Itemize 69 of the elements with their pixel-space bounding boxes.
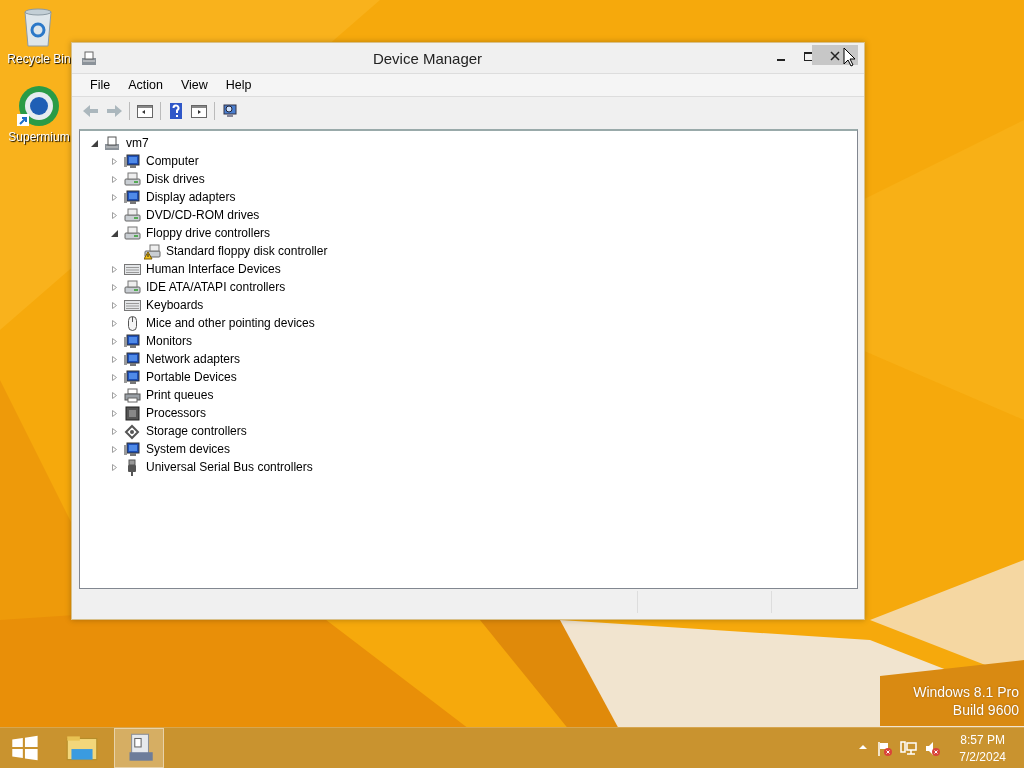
expand-arrow-icon[interactable]	[110, 426, 119, 436]
tree-item[interactable]: Keyboards	[144, 298, 204, 312]
tree-item[interactable]: Storage controllers	[144, 424, 247, 438]
menu-item[interactable]: Action	[119, 76, 170, 94]
tree-item[interactable]: vm7	[124, 136, 149, 150]
expand-arrow-icon[interactable]	[110, 372, 119, 382]
computer-icon	[104, 134, 121, 152]
tree-item[interactable]: IDE ATA/ATAPI controllers	[144, 280, 286, 294]
tree-item[interactable]: Human Interface Devices	[144, 262, 281, 276]
pane-icon[interactable]	[190, 102, 208, 120]
expand-arrow-icon[interactable]	[110, 282, 119, 292]
tree-item[interactable]: Network adapters	[144, 352, 241, 366]
watermark-text: Build 9600	[952, 702, 1019, 718]
expand-arrow-icon[interactable]	[110, 408, 119, 418]
monitor-icon	[124, 440, 141, 458]
tree-item[interactable]: System devices	[144, 442, 231, 456]
monitor-icon	[124, 188, 141, 206]
expand-arrow-icon[interactable]	[110, 354, 119, 364]
menu-item[interactable]: Help	[216, 76, 259, 94]
expand-arrow-icon[interactable]	[110, 156, 119, 166]
expand-arrow-icon[interactable]	[110, 264, 119, 274]
monitor-icon	[124, 350, 141, 368]
expand-arrow-icon[interactable]	[110, 318, 119, 328]
tree-item[interactable]: DVD/CD-ROM drives	[144, 208, 260, 222]
monitor-icon	[124, 368, 141, 386]
menu-item[interactable]: File	[80, 76, 118, 94]
tree-item[interactable]: Universal Serial Bus controllers	[144, 460, 313, 474]
expand-arrow-icon[interactable]	[110, 210, 119, 220]
window-title: Device Manager	[371, 49, 484, 67]
storage-icon	[124, 422, 141, 440]
expand-arrow-icon[interactable]	[110, 390, 119, 400]
drive-icon	[124, 224, 141, 242]
tree-item[interactable]: Monitors	[144, 334, 192, 348]
cursor-icon	[843, 47, 857, 67]
drive-icon	[124, 206, 141, 224]
collapse-arrow-icon[interactable]	[90, 138, 99, 148]
tree-item[interactable]: Disk drives	[144, 172, 205, 186]
expand-arrow-icon[interactable]	[110, 300, 119, 310]
monitor-icon	[124, 152, 141, 170]
collapse-arrow-icon[interactable]	[110, 228, 119, 238]
expand-arrow-icon[interactable]	[110, 336, 119, 346]
tree-item[interactable]: Display adapters	[144, 190, 236, 204]
expand-arrow-icon[interactable]	[110, 462, 119, 472]
network-icon[interactable]	[900, 739, 918, 757]
warning-drive-icon	[144, 242, 161, 260]
tree-item[interactable]: Standard floppy disk controller	[164, 244, 328, 258]
help-icon[interactable]	[167, 102, 185, 120]
flag-error-icon[interactable]	[876, 739, 894, 757]
device-manager-button[interactable]	[114, 728, 164, 768]
monitor-search-icon[interactable]	[221, 102, 239, 120]
drive-icon	[124, 170, 141, 188]
expand-arrow-icon[interactable]	[110, 444, 119, 454]
expand-arrow-icon[interactable]	[110, 192, 119, 202]
printer-icon	[124, 386, 141, 404]
expand-arrow-icon[interactable]	[110, 174, 119, 184]
tree-item[interactable]: Computer	[144, 154, 199, 168]
browser-icon[interactable]	[17, 84, 61, 128]
tree-item[interactable]: Mice and other pointing devices	[144, 316, 315, 330]
tree-item[interactable]: Print queues	[144, 388, 214, 402]
tree-item[interactable]: Floppy drive controllers	[144, 226, 271, 240]
menu-item[interactable]: View	[171, 76, 215, 94]
watermark-text: Windows 8.1 Pro	[913, 684, 1019, 700]
tree-item[interactable]: Processors	[144, 406, 207, 420]
app-icon	[81, 50, 97, 66]
drive-icon	[124, 278, 141, 296]
monitor-icon	[124, 332, 141, 350]
tree-item[interactable]: Portable Devices	[144, 370, 237, 384]
pane-icon[interactable]	[136, 102, 154, 120]
chip-icon	[124, 404, 141, 422]
